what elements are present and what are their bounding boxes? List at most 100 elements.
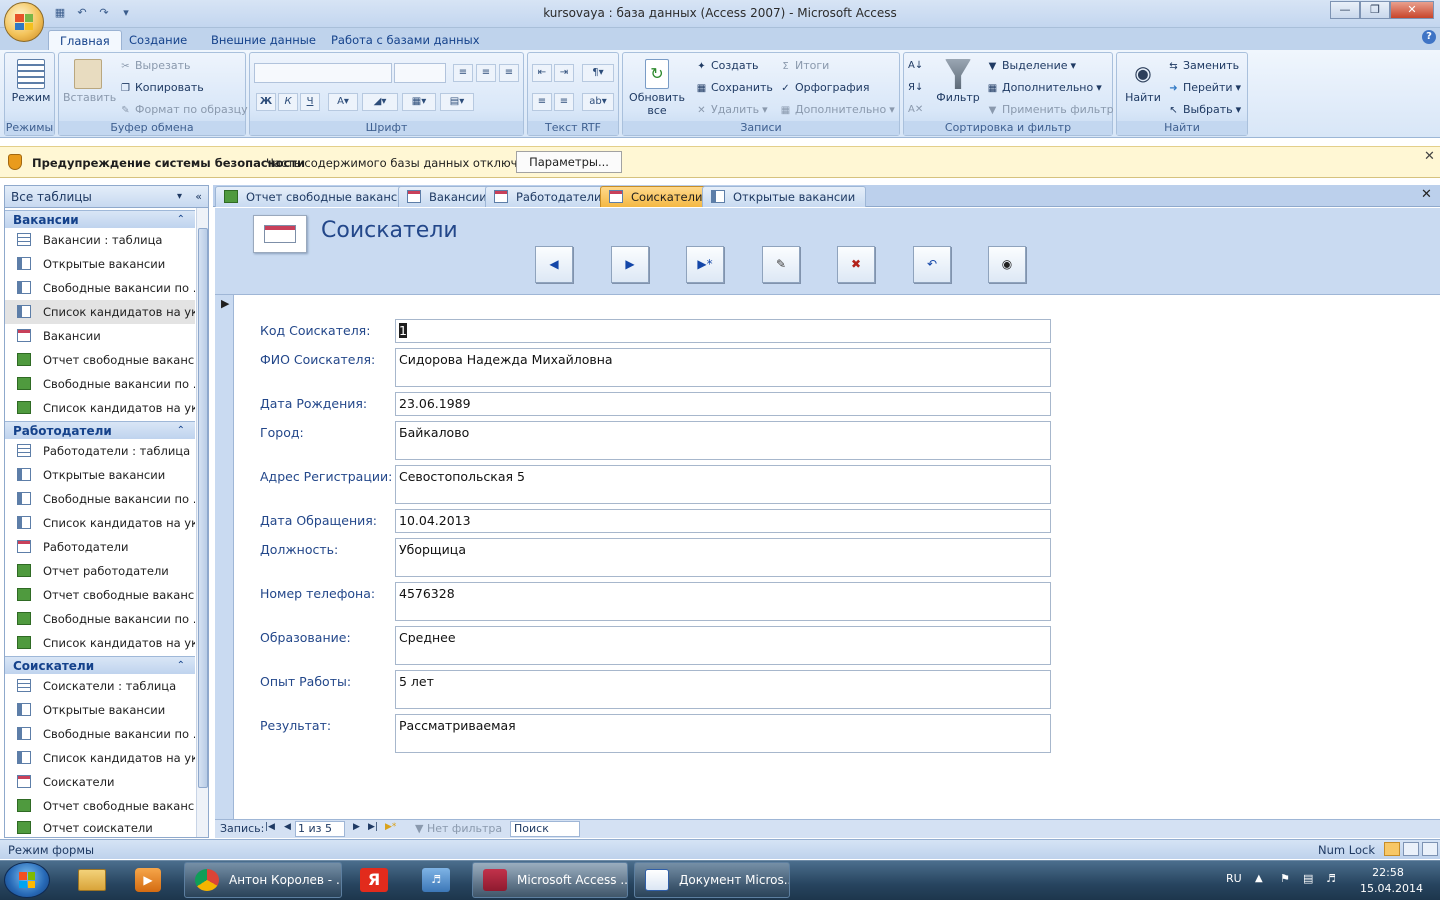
last-record-icon[interactable]: ▶| — [368, 822, 378, 832]
restore-button[interactable]: ❐ — [1360, 1, 1390, 19]
yandex-taskbar-icon[interactable]: Я — [348, 863, 400, 897]
format-painter-button[interactable]: ✎ Формат по образцу — [119, 102, 247, 118]
nav-item[interactable]: Свободные вакансии по ... — [5, 487, 195, 511]
align-center-icon[interactable]: ≡ — [476, 64, 496, 82]
nav-item[interactable]: Список кандидатов на ук... — [5, 511, 195, 535]
goto-button[interactable]: ➜ Перейти ▾ — [1167, 80, 1241, 96]
network-icon[interactable]: ▤ — [1303, 872, 1313, 885]
new-record-nav-button[interactable]: ▶* — [686, 246, 724, 283]
language-indicator[interactable]: RU — [1226, 872, 1242, 885]
nav-group-vacancies[interactable]: Вакансии ⌃ — [5, 210, 195, 228]
options-button[interactable]: Параметры... — [516, 151, 622, 173]
replace-button[interactable]: ⇆ Заменить — [1167, 58, 1239, 74]
taskbar-item-chrome[interactable]: Антон Королев - ... — [184, 862, 342, 898]
find-button[interactable]: ◉ Найти — [1121, 59, 1165, 104]
record-position-input[interactable]: 1 из 5 — [295, 821, 345, 837]
nav-item[interactable]: Открытые вакансии — [5, 698, 195, 722]
bold-icon[interactable]: Ж — [256, 93, 276, 111]
prev-record-icon[interactable]: ◀ — [284, 822, 291, 832]
close-button[interactable]: ✕ — [1390, 1, 1434, 19]
tray-expand-icon[interactable]: ▲ — [1255, 873, 1263, 884]
result-field[interactable]: Рассматриваемая — [395, 714, 1051, 753]
nav-item[interactable]: Отчет соискатели — [5, 816, 195, 837]
fill-color-icon[interactable]: ◢▾ — [362, 93, 398, 111]
doctab-applicants[interactable]: Соискатели — [600, 186, 714, 207]
education-field[interactable]: Среднее — [395, 626, 1051, 665]
nav-item[interactable]: Свободные вакансии по ... — [5, 276, 195, 300]
highlight-icon[interactable]: ab▾ — [582, 93, 614, 111]
view-button[interactable]: Режим — [9, 59, 53, 104]
doctab-vacancies[interactable]: Вакансии — [398, 186, 498, 207]
datasheet-view-icon[interactable] — [1403, 842, 1419, 856]
nav-item[interactable]: Отчет свободные ваканс... — [5, 794, 195, 818]
nav-item[interactable]: Вакансии : таблица — [5, 228, 195, 252]
delete-record-nav-button[interactable]: ✖ — [837, 246, 875, 283]
close-document-icon[interactable]: ✕ — [1421, 187, 1432, 202]
align-left-icon[interactable]: ≡ — [453, 64, 473, 82]
nav-item[interactable]: Свободные вакансии по ... — [5, 372, 195, 396]
next-record-icon[interactable]: ▶ — [353, 822, 360, 832]
applicant-id-field[interactable]: 1 — [395, 319, 1051, 343]
new-record-icon[interactable]: ▶* — [385, 822, 396, 832]
nav-scrollbar-thumb[interactable] — [198, 228, 208, 788]
text-direction-icon[interactable]: ¶▾ — [582, 64, 614, 82]
italic-icon[interactable]: К — [278, 93, 298, 111]
nav-item[interactable]: Отчет свободные ваканс... — [5, 583, 195, 607]
next-record-button[interactable]: ▶ — [611, 246, 649, 283]
clear-sort-icon[interactable]: A✕ — [908, 102, 923, 118]
save-record-button[interactable]: ▦ Сохранить — [695, 80, 773, 96]
nav-group-employers[interactable]: Работодатели ⌃ — [5, 421, 195, 439]
more-records-button[interactable]: ▦ Дополнительно ▾ — [779, 102, 895, 118]
cut-button[interactable]: ✂ Вырезать — [119, 58, 190, 74]
copy-button[interactable]: ❐ Копировать — [119, 80, 204, 96]
taskbar-item-word[interactable]: Документ Micros... — [634, 862, 790, 898]
tab-database-tools[interactable]: Работа с базами данных — [320, 30, 491, 50]
first-record-icon[interactable]: |◀ — [265, 822, 275, 832]
form-view-icon[interactable] — [1384, 842, 1400, 856]
find-record-button[interactable]: ◉ — [988, 246, 1026, 283]
collapse-pane-icon[interactable]: « — [195, 186, 202, 208]
alternate-fill-icon[interactable]: ▤▾ — [440, 93, 474, 111]
no-filter-indicator[interactable]: ▼ Нет фильтра — [415, 822, 502, 835]
nav-item[interactable]: Отчет работодатели — [5, 559, 195, 583]
tab-home[interactable]: Главная — [48, 30, 122, 50]
font-size-combo[interactable] — [394, 63, 446, 83]
delete-record-button[interactable]: ✕ Удалить ▾ — [695, 102, 767, 118]
doctab-employers[interactable]: Работодатели — [485, 186, 613, 207]
experience-field[interactable]: 5 лет — [395, 670, 1051, 709]
tab-external-data[interactable]: Внешние данные — [200, 30, 327, 50]
font-name-combo[interactable] — [254, 63, 392, 83]
nav-item[interactable]: Работодатели : таблица — [5, 439, 195, 463]
nav-item[interactable]: Работодатели — [5, 535, 195, 559]
font-color-icon[interactable]: A▾ — [328, 93, 358, 111]
birth-date-field[interactable]: 23.06.1989 — [395, 392, 1051, 416]
nav-item[interactable]: Соискатели : таблица — [5, 674, 195, 698]
nav-header[interactable]: Все таблицы ▾ « — [5, 186, 208, 208]
clock[interactable]: 22:58 15.04.2014 — [1360, 866, 1423, 895]
explorer-taskbar-icon[interactable] — [66, 863, 118, 897]
paste-button[interactable]: Вставить — [63, 59, 116, 104]
minimize-button[interactable]: — — [1330, 1, 1360, 19]
nav-item[interactable]: Вакансии — [5, 324, 195, 348]
office-button[interactable] — [4, 2, 44, 42]
chevron-down-icon[interactable]: ▾ — [177, 186, 182, 208]
nav-item[interactable]: Открытые вакансии — [5, 463, 195, 487]
nav-item[interactable]: Открытые вакансии — [5, 252, 195, 276]
totals-button[interactable]: Σ Итоги — [779, 58, 829, 74]
registration-address-field[interactable]: Севостопольская 5 — [395, 465, 1051, 504]
align-right-icon[interactable]: ≡ — [499, 64, 519, 82]
spelling-button[interactable]: ✓ Орфография — [779, 80, 869, 96]
sort-descending-icon[interactable]: Я↓ — [908, 80, 923, 96]
search-input[interactable]: Поиск — [510, 821, 580, 837]
nav-item[interactable]: Отчет свободные ваканс... — [5, 348, 195, 372]
nav-scrollbar[interactable] — [196, 208, 208, 837]
taskbar-item-access[interactable]: Microsoft Access ... — [472, 862, 628, 898]
decrease-indent-icon[interactable]: ⇤ — [532, 64, 552, 82]
gridlines-icon[interactable]: ▦▾ — [402, 93, 436, 111]
nav-item[interactable]: Свободные вакансии по ... — [5, 607, 195, 631]
selection-button[interactable]: ▼ Выделение ▾ — [986, 58, 1076, 74]
full-name-field[interactable]: Сидорова Надежда Михайловна — [395, 348, 1051, 387]
position-field[interactable]: Уборщица — [395, 538, 1051, 577]
volume-app-taskbar-icon[interactable]: ♬ — [410, 863, 462, 897]
phone-field[interactable]: 4576328 — [395, 582, 1051, 621]
